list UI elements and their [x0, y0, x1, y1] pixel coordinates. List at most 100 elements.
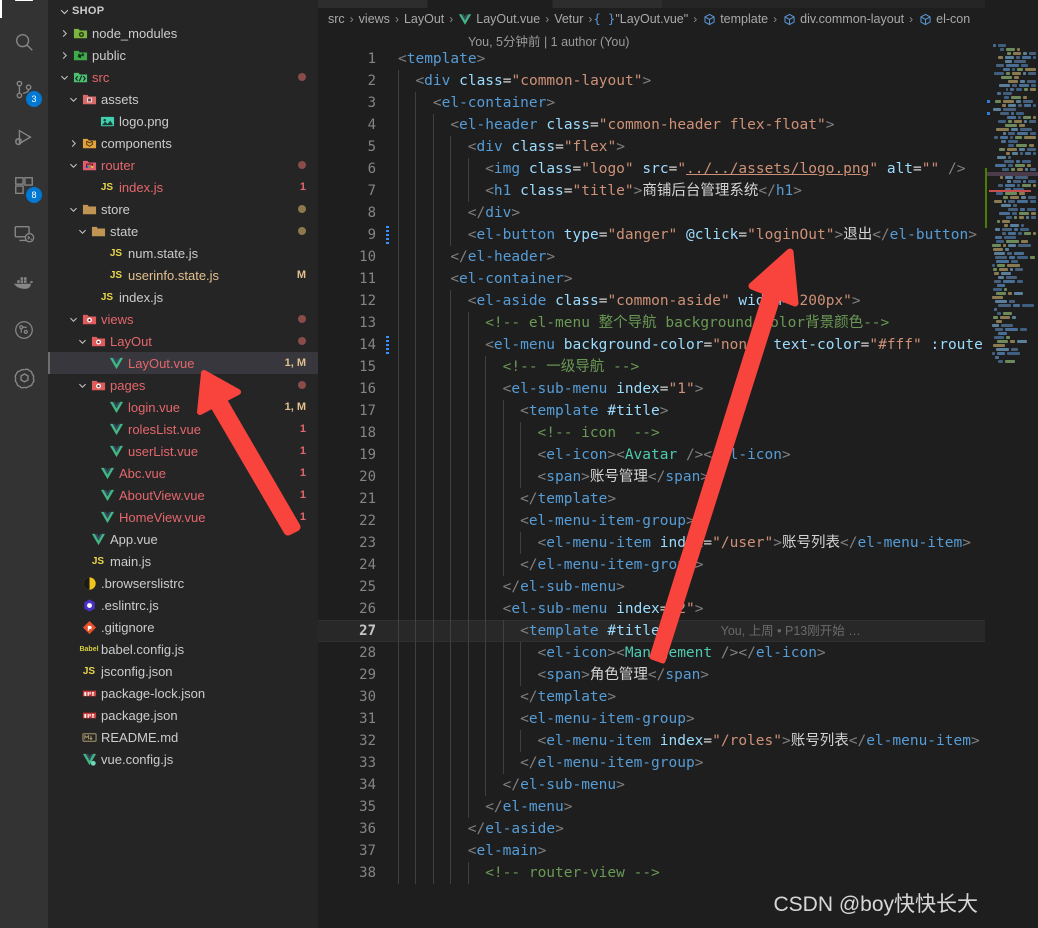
- chevron-right-icon[interactable]: [56, 25, 72, 41]
- chevron-right-icon[interactable]: [65, 135, 81, 151]
- editor-tab-inactive-1[interactable]: [318, 0, 428, 8]
- tree-item--browserslistrc[interactable]: .browserslistrc: [48, 572, 318, 594]
- editor-tab-active-layout-vue[interactable]: [428, 0, 553, 8]
- tree-item--gitignore[interactable]: .gitignore: [48, 616, 318, 638]
- tree-item-index-js[interactable]: JS index.js: [48, 286, 318, 308]
- code-line-23[interactable]: 23 <el-menu-item index="/user">账号列表</el-m…: [318, 532, 1038, 554]
- chevron-down-icon[interactable]: [74, 223, 90, 239]
- chevron-down-icon[interactable]: [74, 377, 90, 393]
- code-line-8[interactable]: 8 </div>: [318, 202, 1038, 224]
- code-line-22[interactable]: 22 <el-menu-item-group>: [318, 510, 1038, 532]
- tree-item-components[interactable]: components: [48, 132, 318, 154]
- breadcrumb-item-layout[interactable]: LayOut: [404, 12, 444, 26]
- code-line-32[interactable]: 32 <el-menu-item index="/roles">账号列表</el-…: [318, 730, 1038, 752]
- code-line-31[interactable]: 31 <el-menu-item-group>: [318, 708, 1038, 730]
- tree-item-index-js[interactable]: JS index.js 1: [48, 176, 318, 198]
- activity-item-docker[interactable]: [0, 258, 48, 306]
- code-line-7[interactable]: 7 <h1 class="title">商铺后台管理系统</h1>: [318, 180, 1038, 202]
- tree-item-layout[interactable]: LayOut: [48, 330, 318, 352]
- tree-item-readme-md[interactable]: README.md: [48, 726, 318, 748]
- tree-item-aboutview-vue[interactable]: AboutView.vue 1: [48, 484, 318, 506]
- code-line-33[interactable]: 33 </el-menu-item-group>: [318, 752, 1038, 774]
- code-line-1[interactable]: 1 <template>: [318, 48, 1038, 70]
- activity-item-remote-explorer[interactable]: [0, 210, 48, 258]
- activity-item-testing[interactable]: [0, 306, 48, 354]
- breadcrumb-item-src[interactable]: src: [328, 12, 345, 26]
- tree-item-vue-config-js[interactable]: vue.config.js: [48, 748, 318, 770]
- tree-item-logo-png[interactable]: logo.png: [48, 110, 318, 132]
- chevron-down-icon[interactable]: [65, 91, 81, 107]
- code-line-34[interactable]: 34 </el-sub-menu>: [318, 774, 1038, 796]
- minimap[interactable]: [985, 0, 1038, 928]
- breadcrumb-item-layout-vue[interactable]: LayOut.vue: [458, 12, 540, 26]
- editor-tab-inactive-2[interactable]: [553, 0, 663, 8]
- code-line-30[interactable]: 30 </template>: [318, 686, 1038, 708]
- code-line-6[interactable]: 6 <img class="logo" src="../../assets/log…: [318, 158, 1038, 180]
- code-line-15[interactable]: 15 <!-- 一级导航 -->: [318, 356, 1038, 378]
- tree-item-jsconfig-json[interactable]: JS jsconfig.json: [48, 660, 318, 682]
- tree-item-app-vue[interactable]: App.vue: [48, 528, 318, 550]
- tree-item-assets[interactable]: assets: [48, 88, 318, 110]
- code-line-21[interactable]: 21 </template>: [318, 488, 1038, 510]
- code-line-38[interactable]: 38 <!-- router-view -->: [318, 862, 1038, 884]
- chevron-down-icon[interactable]: [56, 69, 72, 85]
- code-line-29[interactable]: 29 <span>角色管理</span>: [318, 664, 1038, 686]
- chevron-down-icon[interactable]: [65, 201, 81, 217]
- tree-item-main-js[interactable]: JS main.js: [48, 550, 318, 572]
- code-line-36[interactable]: 36 </el-aside>: [318, 818, 1038, 840]
- code-line-2[interactable]: 2 <div class="common-layout">: [318, 70, 1038, 92]
- breadcrumb-item--layout-vue-[interactable]: { } "LayOut.vue": [594, 12, 689, 26]
- code-editor[interactable]: 1 <template> 2 <div class="common-layout"> 3…: [318, 48, 1038, 928]
- tree-item-src[interactable]: src: [48, 66, 318, 88]
- tree-item-abc-vue[interactable]: Abc.vue 1: [48, 462, 318, 484]
- code-line-20[interactable]: 20 <span>账号管理</span>: [318, 466, 1038, 488]
- tree-item-roleslist-vue[interactable]: rolesList.vue 1: [48, 418, 318, 440]
- tree-item-public[interactable]: public: [48, 44, 318, 66]
- chevron-down-icon[interactable]: [65, 311, 81, 327]
- code-line-17[interactable]: 17 <template #title>: [318, 400, 1038, 422]
- code-line-3[interactable]: 3 <el-container>: [318, 92, 1038, 114]
- code-line-27[interactable]: 27 <template #title> You, 上周 • P13刚开始 …: [318, 620, 1038, 642]
- code-line-13[interactable]: 13 <!-- el-menu 整个导航 background-color背景颜色…: [318, 312, 1038, 334]
- activity-item-extensions[interactable]: 8: [0, 162, 48, 210]
- code-line-9[interactable]: 9 <el-button type="danger" @click="loginO…: [318, 224, 1038, 246]
- code-line-25[interactable]: 25 </el-sub-menu>: [318, 576, 1038, 598]
- breadcrumb-item-template[interactable]: template: [702, 12, 768, 26]
- activity-item-source-control[interactable]: 3: [0, 66, 48, 114]
- tree-item-homeview-vue[interactable]: HomeView.vue 1: [48, 506, 318, 528]
- tree-item-pages[interactable]: pages: [48, 374, 318, 396]
- tree-item-userinfo-state-js[interactable]: JS userinfo.state.js M: [48, 264, 318, 286]
- activity-item-search[interactable]: [0, 18, 48, 66]
- tree-item-node-modules[interactable]: node_modules: [48, 22, 318, 44]
- tree-item-babel-config-js[interactable]: Babel babel.config.js: [48, 638, 318, 660]
- code-line-5[interactable]: 5 <div class="flex">: [318, 136, 1038, 158]
- code-line-24[interactable]: 24 </el-menu-item-group>: [318, 554, 1038, 576]
- code-line-4[interactable]: 4 <el-header class="common-header flex-fl…: [318, 114, 1038, 136]
- chevron-down-icon[interactable]: [74, 333, 90, 349]
- code-line-11[interactable]: 11 <el-container>: [318, 268, 1038, 290]
- tree-item-state[interactable]: state: [48, 220, 318, 242]
- breadcrumb-item-el-con[interactable]: el-con: [918, 12, 970, 26]
- code-line-19[interactable]: 19 <el-icon><Avatar /></el-icon>: [318, 444, 1038, 466]
- tree-item-package-lock-json[interactable]: package-lock.json: [48, 682, 318, 704]
- tree-item--eslintrc-js[interactable]: .eslintrc.js: [48, 594, 318, 616]
- tree-item-num-state-js[interactable]: JS num.state.js: [48, 242, 318, 264]
- breadcrumb-item-views[interactable]: views: [359, 12, 390, 26]
- tree-item-router[interactable]: router: [48, 154, 318, 176]
- code-line-26[interactable]: 26 <el-sub-menu index="2">: [318, 598, 1038, 620]
- explorer-section-header-shop[interactable]: SHOP: [48, 0, 318, 22]
- code-line-14[interactable]: 14 <el-menu background-color="none" text-…: [318, 334, 1038, 356]
- tree-item-package-json[interactable]: package.json: [48, 704, 318, 726]
- breadcrumb-item-div-common-layout[interactable]: div.common-layout: [782, 12, 904, 26]
- code-line-28[interactable]: 28 <el-icon><Management /></el-icon>: [318, 642, 1038, 664]
- code-line-12[interactable]: 12 <el-aside class="common-aside" width="…: [318, 290, 1038, 312]
- activity-item-explorer[interactable]: [0, 0, 48, 18]
- code-line-18[interactable]: 18 <!-- icon -->: [318, 422, 1038, 444]
- code-line-37[interactable]: 37 <el-main>: [318, 840, 1038, 862]
- tree-item-login-vue[interactable]: login.vue 1, M: [48, 396, 318, 418]
- chevron-down-icon[interactable]: [65, 157, 81, 173]
- tree-item-views[interactable]: views: [48, 308, 318, 330]
- chevron-right-icon[interactable]: [56, 47, 72, 63]
- activity-item-openai[interactable]: [0, 354, 48, 402]
- tree-item-layout-vue[interactable]: LayOut.vue 1, M: [48, 352, 318, 374]
